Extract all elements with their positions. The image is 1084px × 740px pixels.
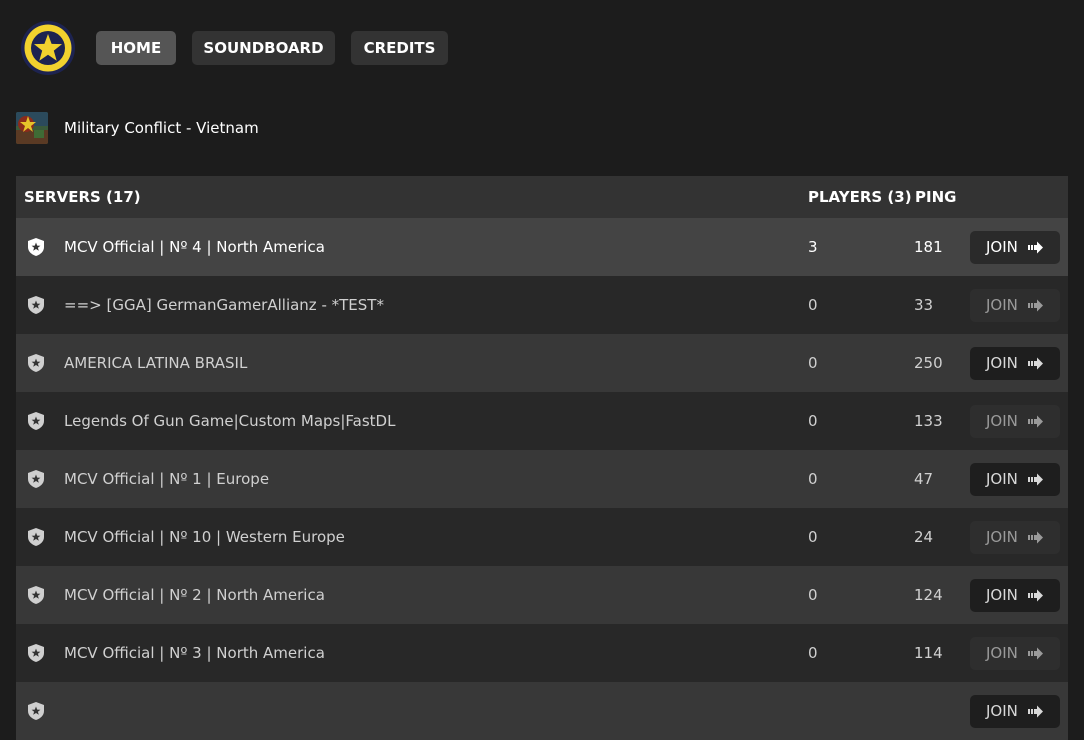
join-button[interactable]: JOIN (970, 521, 1060, 554)
join-button[interactable]: JOIN (970, 637, 1060, 670)
server-players: 0 (808, 470, 818, 488)
table-row[interactable]: MCV Official | Nº 4 | North America 3 181 J… (16, 218, 1068, 276)
server-ping: 181 (914, 238, 943, 256)
server-name: MCV Official | Nº 4 | North America (64, 238, 325, 256)
server-ping: 47 (914, 470, 934, 488)
soundboard-button[interactable]: SOUNDBOARD (192, 31, 335, 65)
shield-star-icon (28, 702, 44, 720)
arrow-right-icon (1028, 241, 1043, 254)
server-name: MCV Official | Nº 1 | Europe (64, 470, 270, 488)
server-table: SERVERS (17) PLAYERS (3) PING MCV Offici… (16, 176, 1068, 740)
join-label: JOIN (986, 586, 1018, 604)
server-ping: 114 (914, 644, 943, 662)
server-players: 0 (808, 296, 818, 314)
join-label: JOIN (986, 528, 1018, 546)
table-row[interactable]: MCV Official | Nº 1 | Europe 0 47 JOIN (16, 450, 1068, 508)
arrow-right-icon (1028, 705, 1043, 718)
join-label: JOIN (986, 702, 1018, 720)
server-ping: 133 (914, 412, 943, 430)
join-label: JOIN (986, 412, 1018, 430)
join-button[interactable]: JOIN (970, 289, 1060, 322)
shield-star-icon (28, 354, 44, 372)
server-name: AMERICA LATINA BRASIL (64, 354, 248, 372)
arrow-right-icon (1028, 589, 1043, 602)
arrow-right-icon (1028, 415, 1043, 428)
table-row[interactable]: JOIN (16, 682, 1068, 740)
arrow-right-icon (1028, 531, 1043, 544)
shield-star-icon (28, 296, 44, 314)
server-players: 0 (808, 412, 818, 430)
table-row[interactable]: MCV Official | Nº 10 | Western Europe 0 24… (16, 508, 1068, 566)
table-row[interactable]: MCV Official | Nº 2 | North America 0 124 J… (16, 566, 1068, 624)
table-row[interactable]: MCV Official | Nº 3 | North America 0 114 J… (16, 624, 1068, 682)
join-button[interactable]: JOIN (970, 579, 1060, 612)
server-players: 0 (808, 644, 818, 662)
server-ping: 250 (914, 354, 943, 372)
arrow-right-icon (1028, 299, 1043, 312)
server-name: Legends Of Gun Game|Custom Maps|FastDL (64, 412, 396, 430)
join-label: JOIN (986, 238, 1018, 256)
star-badge-icon[interactable] (20, 20, 76, 76)
game-header: Military Conflict - Vietnam (16, 112, 259, 144)
join-label: JOIN (986, 296, 1018, 314)
arrow-right-icon (1028, 647, 1043, 660)
table-row[interactable]: Legends Of Gun Game|Custom Maps|FastDL 0 1… (16, 392, 1068, 450)
join-label: JOIN (986, 354, 1018, 372)
join-button[interactable]: JOIN (970, 347, 1060, 380)
game-title: Military Conflict - Vietnam (64, 119, 259, 137)
shield-star-icon (28, 470, 44, 488)
arrow-right-icon (1028, 357, 1043, 370)
ping-column-header[interactable]: PING (915, 176, 956, 218)
servers-column-header[interactable]: SERVERS (17) (24, 176, 141, 218)
server-name: MCV Official | Nº 10 | Western Europe (64, 528, 345, 546)
arrow-right-icon (1028, 473, 1043, 486)
server-ping: 33 (914, 296, 934, 314)
server-players: 0 (808, 354, 818, 372)
top-navigation: HOME SOUNDBOARD CREDITS (0, 0, 1084, 96)
home-button[interactable]: HOME (96, 31, 176, 65)
shield-star-icon (28, 586, 44, 604)
shield-star-icon (28, 528, 44, 546)
credits-button[interactable]: CREDITS (351, 31, 448, 65)
game-thumbnail (16, 112, 48, 144)
join-label: JOIN (986, 470, 1018, 488)
shield-star-icon (28, 644, 44, 662)
server-players: 3 (808, 238, 818, 256)
server-name: ==> [GGA] GermanGamerAllianz - *TEST* (64, 296, 384, 314)
players-column-header[interactable]: PLAYERS (3) (808, 176, 912, 218)
server-ping: 24 (914, 528, 934, 546)
shield-star-icon (28, 238, 44, 256)
table-row[interactable]: AMERICA LATINA BRASIL 0 250 JOIN (16, 334, 1068, 392)
shield-star-icon (28, 412, 44, 430)
join-button[interactable]: JOIN (970, 695, 1060, 728)
join-button[interactable]: JOIN (970, 231, 1060, 264)
server-players: 0 (808, 528, 818, 546)
join-label: JOIN (986, 644, 1018, 662)
server-name: MCV Official | Nº 3 | North America (64, 644, 325, 662)
join-button[interactable]: JOIN (970, 463, 1060, 496)
server-name: MCV Official | Nº 2 | North America (64, 586, 325, 604)
join-button[interactable]: JOIN (970, 405, 1060, 438)
server-ping: 124 (914, 586, 943, 604)
table-header: SERVERS (17) PLAYERS (3) PING (16, 176, 1068, 218)
table-row[interactable]: ==> [GGA] GermanGamerAllianz - *TEST* 0 33… (16, 276, 1068, 334)
server-players: 0 (808, 586, 818, 604)
server-list: MCV Official | Nº 4 | North America 3 181 J… (16, 218, 1068, 740)
